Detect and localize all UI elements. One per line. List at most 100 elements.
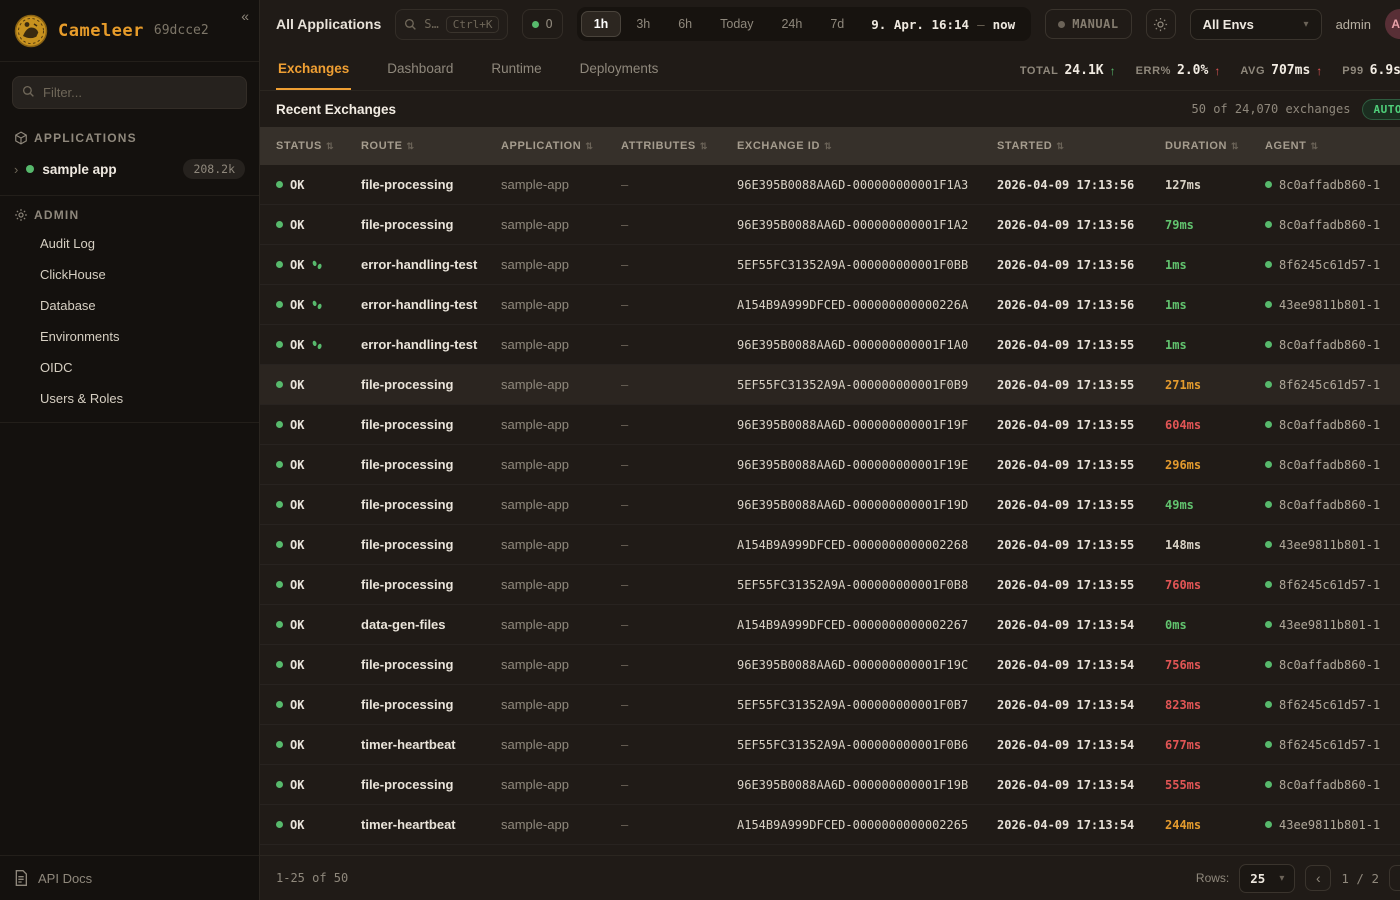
agent-status-dot <box>1265 581 1272 588</box>
topbar: All Applications S… Ctrl+K O 1h3h6hToday… <box>260 0 1400 48</box>
table-row[interactable]: OK file-processing sample-app – 5EF55FC3… <box>260 565 1400 605</box>
agent-id: 43ee9811b801-1 <box>1279 538 1380 552</box>
sidebar-item-sample-app[interactable]: › sample app 208.2k <box>0 151 259 187</box>
agent-cell: 8f6245c61d57-1 <box>1265 258 1400 272</box>
table-row[interactable]: OK timer-heartbeat sample-app – 5EF55FC3… <box>260 725 1400 765</box>
column-header-route[interactable]: ROUTE⇅ <box>361 140 501 152</box>
column-header-agent[interactable]: AGENT⇅ <box>1265 140 1400 152</box>
duration-cell: 271ms <box>1165 378 1265 392</box>
status-label: OK <box>290 178 304 192</box>
sort-icon[interactable]: ⇅ <box>824 141 832 152</box>
filter-input[interactable] <box>12 76 247 109</box>
started-cell: 2026-04-09 17:13:54 <box>997 818 1165 832</box>
manual-refresh-button[interactable]: MANUAL <box>1045 9 1131 39</box>
application-cell: sample-app <box>501 537 621 552</box>
sort-icon[interactable]: ⇅ <box>326 141 334 152</box>
column-header-application[interactable]: APPLICATION⇅ <box>501 140 621 152</box>
sort-icon[interactable]: ⇅ <box>407 141 415 152</box>
tab-exchanges[interactable]: Exchanges <box>276 51 351 90</box>
sort-icon[interactable]: ⇅ <box>700 141 708 152</box>
table-row[interactable]: OK error-handling-test sample-app – 5EF5… <box>260 245 1400 285</box>
global-search[interactable]: S… Ctrl+K <box>395 9 508 40</box>
table-row[interactable]: OK timer-heartbeat sample-app – A154B9A9… <box>260 805 1400 845</box>
agent-status-dot <box>1265 221 1272 228</box>
sort-icon[interactable]: ⇅ <box>585 141 593 152</box>
time-range-button-7d[interactable]: 7d <box>817 11 857 37</box>
application-cell: sample-app <box>501 697 621 712</box>
table-row[interactable]: OK file-processing sample-app – 96E395B0… <box>260 765 1400 805</box>
table-row[interactable]: OK file-processing sample-app – 5EF55FC3… <box>260 365 1400 405</box>
duration-cell: 1ms <box>1165 338 1265 352</box>
table-row[interactable]: OK error-handling-test sample-app – A154… <box>260 285 1400 325</box>
agent-cell: 8f6245c61d57-1 <box>1265 698 1400 712</box>
tab-deployments[interactable]: Deployments <box>578 51 661 90</box>
tab-dashboard[interactable]: Dashboard <box>385 51 455 90</box>
time-range-button-6h[interactable]: 6h <box>665 11 705 37</box>
column-header-attributes[interactable]: ATTRIBUTES⇅ <box>621 140 737 152</box>
table-row[interactable]: OK file-processing sample-app – 96E395B0… <box>260 165 1400 205</box>
status-label: OK <box>290 618 304 632</box>
route-cell: timer-heartbeat <box>361 737 501 752</box>
prev-page-button[interactable]: ‹ <box>1305 865 1331 891</box>
ok-status-dot <box>532 21 539 28</box>
chevron-right-icon[interactable]: › <box>14 162 18 177</box>
table-row[interactable]: OK file-processing sample-app – A154B9A9… <box>260 525 1400 565</box>
sidebar-collapse-icon[interactable]: « <box>241 8 249 24</box>
attributes-cell: – <box>621 457 737 472</box>
time-range-button-1h[interactable]: 1h <box>581 11 622 37</box>
column-header-started[interactable]: STARTED⇅ <box>997 140 1165 152</box>
agent-cell: 8c0affadb860-1 <box>1265 218 1400 232</box>
status-ok-dot <box>276 661 283 668</box>
env-selected-value: All Envs <box>1203 17 1254 32</box>
table-row[interactable]: OK file-processing sample-app – 96E395B0… <box>260 485 1400 525</box>
avatar[interactable]: AD <box>1385 9 1400 39</box>
time-range-button-today[interactable]: Today <box>707 11 766 37</box>
table-row[interactable]: OK file-processing sample-app – 96E395B0… <box>260 645 1400 685</box>
trend-arrow-icon: ↑ <box>1316 64 1322 78</box>
sidebar-admin-item[interactable]: OIDC <box>0 352 259 383</box>
sidebar-item-api-docs[interactable]: API Docs <box>0 855 259 900</box>
table-row[interactable]: OK data-gen-files sample-app – A154B9A99… <box>260 605 1400 645</box>
auto-refresh-badge[interactable]: AUTO <box>1362 99 1400 120</box>
table-row[interactable]: OK file-processing sample-app – 5EF55FC3… <box>260 685 1400 725</box>
agent-cell: 8c0affadb860-1 <box>1265 338 1400 352</box>
agent-id: 8f6245c61d57-1 <box>1279 738 1380 752</box>
route-cell: timer-heartbeat <box>361 817 501 832</box>
sidebar-admin-item[interactable]: Users & Roles <box>0 383 259 414</box>
sidebar-admin-item[interactable]: Audit Log <box>0 228 259 259</box>
status-ok-dot <box>276 741 283 748</box>
environment-select[interactable]: All Envs ▾ <box>1190 9 1322 40</box>
column-header-duration[interactable]: DURATION⇅ <box>1165 140 1265 152</box>
table-row[interactable]: OK file-processing sample-app – 96E395B0… <box>260 445 1400 485</box>
time-range-button-3h[interactable]: 3h <box>623 11 663 37</box>
started-cell: 2026-04-09 17:13:56 <box>997 298 1165 312</box>
status-cell: OK <box>276 698 361 712</box>
status-filter-button[interactable]: O <box>522 9 562 39</box>
pagination-footer: 1-25 of 50 Rows: 25 ▾ ‹ 1 / 2 › <box>260 855 1400 900</box>
sort-icon[interactable]: ⇅ <box>1311 141 1319 152</box>
footprints-icon <box>311 298 323 311</box>
sidebar-admin-item[interactable]: Database <box>0 290 259 321</box>
time-range-display[interactable]: 9. Apr. 16:14 – now <box>859 17 1027 32</box>
table-row[interactable]: OK file-processing sample-app – 96E395B0… <box>260 405 1400 445</box>
sort-icon[interactable]: ⇅ <box>1231 141 1239 152</box>
sort-icon[interactable]: ⇅ <box>1056 141 1064 152</box>
route-cell: file-processing <box>361 657 501 672</box>
time-range-button-24h[interactable]: 24h <box>768 11 815 37</box>
application-cell: sample-app <box>501 257 621 272</box>
brand-name: Cameleer <box>58 21 144 41</box>
table-row[interactable]: OK error-handling-test sample-app – 96E3… <box>260 325 1400 365</box>
next-page-button[interactable]: › <box>1389 865 1400 891</box>
sidebar-admin-item[interactable]: ClickHouse <box>0 259 259 290</box>
status-ok-dot <box>276 381 283 388</box>
sidebar-admin-item[interactable]: Environments <box>0 321 259 352</box>
column-header-status[interactable]: STATUS⇅ <box>276 140 361 152</box>
rows-per-page-select[interactable]: 25 ▾ <box>1239 864 1295 893</box>
theme-toggle-button[interactable] <box>1146 9 1176 39</box>
row-range-text: 1-25 of 50 <box>276 871 348 885</box>
table-row[interactable]: OK file-processing sample-app – 96E395B0… <box>260 205 1400 245</box>
agent-id: 8c0affadb860-1 <box>1279 338 1380 352</box>
column-header-exchange-id[interactable]: EXCHANGE ID⇅ <box>737 140 997 152</box>
tab-runtime[interactable]: Runtime <box>489 51 543 90</box>
attributes-cell: – <box>621 217 737 232</box>
